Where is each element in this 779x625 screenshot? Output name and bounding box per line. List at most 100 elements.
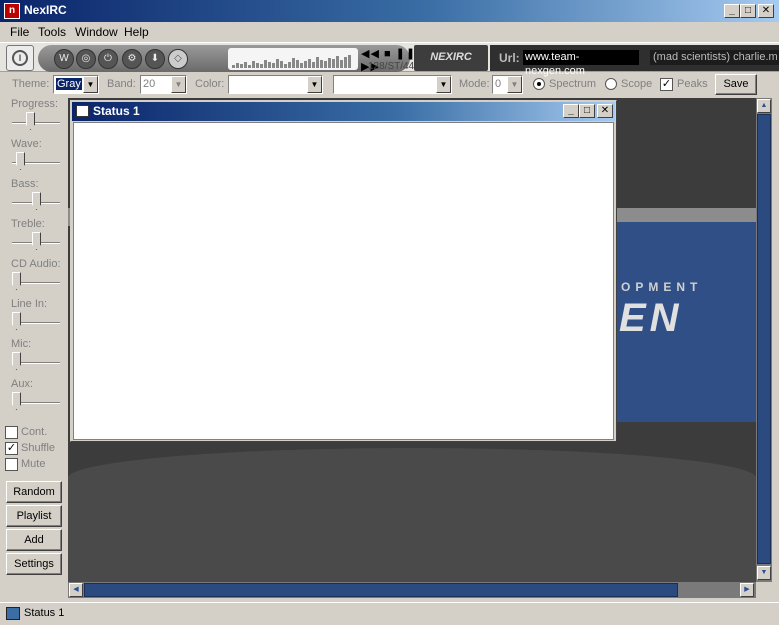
add-button[interactable]: Add [6,529,62,551]
minimize-button[interactable]: _ [724,4,740,18]
treble-slider[interactable] [32,232,41,250]
equalizer-bar [332,59,335,68]
status-output[interactable] [73,122,614,440]
media-icon[interactable]: ◎ [76,49,96,69]
power-button[interactable]: I [6,45,34,71]
window-title: NexIRC [24,3,67,17]
mixer-panel: Progress: Wave: Bass: Treble: CD Audio: … [0,98,68,602]
mode-select[interactable]: 0 ▼ [492,75,523,94]
mic-slider[interactable] [12,352,21,370]
chevron-down-icon: ▼ [307,76,322,93]
vertical-scroll-thumb[interactable] [757,114,771,564]
bass-slider[interactable] [32,192,41,210]
window-taskbar: Status 1 [0,602,779,625]
aux-slider[interactable] [12,392,21,410]
close-button[interactable]: ✕ [758,4,774,18]
equalizer-bar [316,57,319,68]
spectrum-radio[interactable] [533,78,545,90]
equalizer-bar [236,63,239,68]
save-button[interactable]: Save [715,74,757,95]
status-minimize-button[interactable]: _ [563,104,579,118]
status-window-icon[interactable] [76,105,89,117]
cd-audio-slider[interactable] [12,272,21,290]
player-controls: W ◎ ⏻ ⚙ ⬇ ◇ ◀◀ ■ ❚❚ ▶ ▶▶ 128/ST/44100 [38,45,431,73]
equalizer-bar [240,64,243,68]
cd-audio-label: CD Audio: [11,258,61,270]
menu-file[interactable]: File [10,25,29,39]
horizontal-scroll-thumb[interactable] [84,583,678,597]
band-select[interactable]: 20 ▼ [140,75,187,94]
stop-power-icon[interactable]: ⏻ [98,49,118,69]
shield-icon[interactable]: ◇ [168,49,188,69]
preset-select[interactable]: ▼ [333,75,452,94]
settings-button[interactable]: Settings [6,553,62,575]
settings-icon[interactable]: ⚙ [122,49,142,69]
theme-label: Theme: [12,78,50,90]
equalizer-bar [272,63,275,68]
scope-radio[interactable] [605,78,617,90]
equalizer-bar [232,65,235,68]
status-window[interactable]: Status 1 _ □ ✕ [70,100,617,442]
status-close-button[interactable]: ✕ [597,104,613,118]
shuffle-checkbox[interactable]: ✓ [5,442,18,455]
color-select[interactable]: ▼ [228,75,323,94]
taskbar-item-status[interactable]: Status 1 [24,607,64,619]
theme-select[interactable]: Gray ▼ [53,75,99,94]
equalizer-bar [292,58,295,68]
url-label: Url: [499,51,520,65]
scroll-right-icon[interactable]: ▶ [740,583,754,597]
equalizer-bar [276,59,279,68]
scroll-left-icon[interactable]: ◀ [69,583,83,597]
cont-label: Cont. [21,426,48,438]
equalizer-bar [248,65,251,68]
title-bar[interactable]: n NexIRC _ □ ✕ [0,0,779,22]
status-maximize-button[interactable]: □ [579,104,595,118]
equalizer-bar [268,62,271,68]
chevron-down-icon: ▼ [83,76,98,93]
visualizer-options: Theme: Gray ▼ Band: 20 ▼ Color: ▼ ▼ Mode… [0,72,779,98]
app-logo-icon[interactable]: n [4,3,20,19]
peaks-checkbox[interactable]: ✓ [660,78,673,91]
equalizer-bar [244,62,247,68]
background-tagline: OPMENT [621,280,703,294]
equalizer-bar [312,62,315,68]
wave-slider[interactable] [16,152,25,170]
equalizer-bar [252,61,255,68]
color-label: Color: [195,78,225,90]
mute-checkbox[interactable] [5,458,18,471]
equalizer-bar [340,60,343,68]
vertical-scrollbar[interactable]: ▲ ▼ [756,98,772,582]
progress-track [12,122,60,124]
scroll-down-icon[interactable]: ▼ [757,566,771,580]
menu-help[interactable]: Help [124,25,149,39]
random-button[interactable]: Random [6,481,62,503]
menu-window[interactable]: Window [75,25,118,39]
player-toolbar: I W ◎ ⏻ ⚙ ⬇ ◇ ◀◀ ■ ❚❚ ▶ ▶▶ 128/ST/44100 … [0,42,779,77]
scope-label: Scope [621,78,653,90]
mic-label: Mic: [11,338,32,350]
equalizer-display [228,48,358,70]
progress-slider[interactable] [26,112,35,130]
line-in-slider[interactable] [12,312,21,330]
status-window-icon[interactable] [6,607,20,620]
playlist-button[interactable]: Playlist [6,505,62,527]
horizontal-scrollbar[interactable]: ◀ ▶ [68,582,756,598]
equalizer-bar [324,61,327,68]
wave-label: Wave: [11,138,42,150]
url-field[interactable]: www.team-nexgen.com [523,50,639,77]
equalizer-bar [264,60,267,68]
scroll-up-icon[interactable]: ▲ [757,99,771,113]
topic-field[interactable]: (mad scientists) charlie.m [650,50,779,65]
background-wave [68,448,756,582]
chevron-down-icon: ▼ [507,76,522,93]
equalizer-bar [328,58,331,68]
cont-checkbox[interactable] [5,426,18,439]
equalizer-bar [348,55,351,68]
peaks-label: Peaks [677,78,708,90]
status-title-bar[interactable]: Status 1 _ □ ✕ [72,102,615,121]
menu-tools[interactable]: Tools [38,25,66,39]
bass-label: Bass: [11,178,39,190]
winamp-icon[interactable]: W [54,49,74,69]
maximize-button[interactable]: □ [740,4,756,18]
download-icon[interactable]: ⬇ [145,49,165,69]
